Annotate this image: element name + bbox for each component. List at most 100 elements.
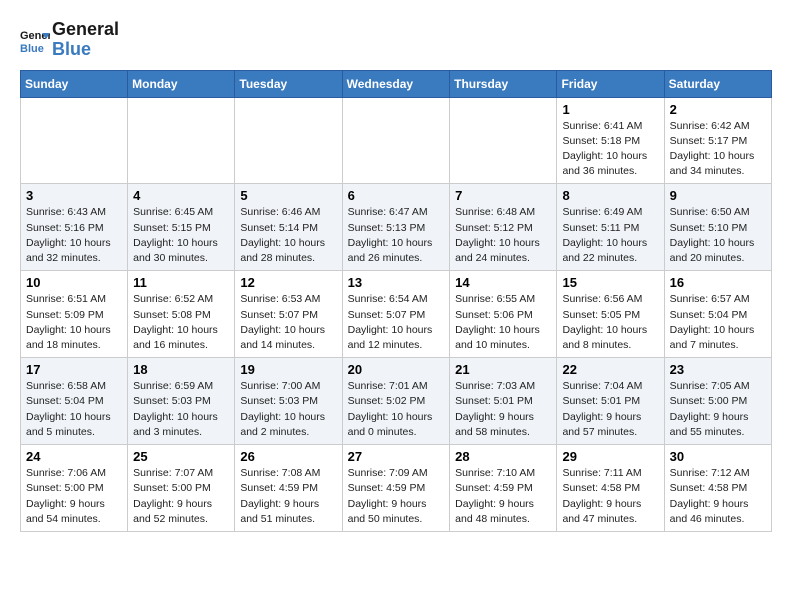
calendar-cell: 18Sunrise: 6:59 AMSunset: 5:03 PMDayligh… [128,358,235,445]
day-number: 12 [240,275,336,290]
calendar-cell: 24Sunrise: 7:06 AMSunset: 5:00 PMDayligh… [21,445,128,532]
day-info: Sunrise: 6:47 AMSunset: 5:13 PMDaylight:… [348,205,445,266]
column-header-monday: Monday [128,70,235,97]
day-info: Sunrise: 7:08 AMSunset: 4:59 PMDaylight:… [240,466,336,527]
calendar-cell: 9 Sunrise: 6:50 AMSunset: 5:10 PMDaylight… [664,184,771,271]
calendar-cell: 20 Sunrise: 7:01 AMSunset: 5:02 PMDayligh… [342,358,450,445]
day-info: Sunrise: 6:56 AMSunset: 5:05 PMDaylight:… [562,292,658,353]
day-info: Sunrise: 6:45 AMSunset: 5:15 PMDaylight:… [133,205,229,266]
day-info: Sunrise: 7:06 AMSunset: 5:00 PMDaylight:… [26,466,122,527]
day-number: 23 [670,362,766,377]
day-number: 27 [348,449,445,464]
calendar-cell: 4 Sunrise: 6:45 AMSunset: 5:15 PMDaylight… [128,184,235,271]
day-info: Sunrise: 7:01 AMSunset: 5:02 PMDaylight:… [348,379,445,440]
logo: General Blue General Blue [20,20,119,60]
calendar-cell: 19 Sunrise: 7:00 AMSunset: 5:03 PMDayligh… [235,358,342,445]
day-info: Sunrise: 6:57 AMSunset: 5:04 PMDaylight:… [670,292,766,353]
calendar-cell: 2 Sunrise: 6:42 AMSunset: 5:17 PMDaylight… [664,97,771,184]
column-header-wednesday: Wednesday [342,70,450,97]
day-number: 15 [562,275,658,290]
day-info: Sunrise: 7:11 AMSunset: 4:58 PMDaylight:… [562,466,658,527]
day-number: 5 [240,188,336,203]
column-header-tuesday: Tuesday [235,70,342,97]
day-number: 29 [562,449,658,464]
day-info: Sunrise: 6:59 AMSunset: 5:03 PMDaylight:… [133,379,229,440]
day-number: 21 [455,362,551,377]
calendar-cell: 22 Sunrise: 7:04 AMSunset: 5:01 PMDayligh… [557,358,664,445]
day-number: 28 [455,449,551,464]
day-info: Sunrise: 6:58 AMSunset: 5:04 PMDaylight:… [26,379,122,440]
calendar-header-row: SundayMondayTuesdayWednesdayThursdayFrid… [21,70,772,97]
day-info: Sunrise: 7:12 AMSunset: 4:58 PMDaylight:… [670,466,766,527]
calendar-cell: 23 Sunrise: 7:05 AMSunset: 5:00 PMDayligh… [664,358,771,445]
day-info: Sunrise: 7:04 AMSunset: 5:01 PMDaylight:… [562,379,658,440]
day-number: 11 [133,275,229,290]
calendar-cell: 27 Sunrise: 7:09 AMSunset: 4:59 PMDayligh… [342,445,450,532]
day-info: Sunrise: 6:43 AMSunset: 5:16 PMDaylight:… [26,205,122,266]
day-info: Sunrise: 6:41 AMSunset: 5:18 PMDaylight:… [562,119,658,180]
column-header-sunday: Sunday [21,70,128,97]
week-row: 3 Sunrise: 6:43 AMSunset: 5:16 PMDaylight… [21,184,772,271]
calendar-cell: 30 Sunrise: 7:12 AMSunset: 4:58 PMDayligh… [664,445,771,532]
calendar-cell: 3 Sunrise: 6:43 AMSunset: 5:16 PMDaylight… [21,184,128,271]
calendar-cell: 17Sunrise: 6:58 AMSunset: 5:04 PMDayligh… [21,358,128,445]
day-number: 4 [133,188,229,203]
calendar-table: SundayMondayTuesdayWednesdayThursdayFrid… [20,70,772,532]
day-number: 2 [670,102,766,117]
day-info: Sunrise: 6:54 AMSunset: 5:07 PMDaylight:… [348,292,445,353]
week-row: 24Sunrise: 7:06 AMSunset: 5:00 PMDayligh… [21,445,772,532]
calendar-cell: 15 Sunrise: 6:56 AMSunset: 5:05 PMDayligh… [557,271,664,358]
day-info: Sunrise: 6:49 AMSunset: 5:11 PMDaylight:… [562,205,658,266]
week-row: 1 Sunrise: 6:41 AMSunset: 5:18 PMDaylight… [21,97,772,184]
day-number: 8 [562,188,658,203]
calendar-cell: 10Sunrise: 6:51 AMSunset: 5:09 PMDayligh… [21,271,128,358]
day-info: Sunrise: 6:42 AMSunset: 5:17 PMDaylight:… [670,119,766,180]
calendar-cell: 6 Sunrise: 6:47 AMSunset: 5:13 PMDaylight… [342,184,450,271]
column-header-saturday: Saturday [664,70,771,97]
day-info: Sunrise: 6:50 AMSunset: 5:10 PMDaylight:… [670,205,766,266]
calendar-cell [342,97,450,184]
day-number: 6 [348,188,445,203]
calendar-cell: 8 Sunrise: 6:49 AMSunset: 5:11 PMDaylight… [557,184,664,271]
calendar-cell: 12 Sunrise: 6:53 AMSunset: 5:07 PMDayligh… [235,271,342,358]
calendar-cell: 29 Sunrise: 7:11 AMSunset: 4:58 PMDayligh… [557,445,664,532]
calendar-cell: 13 Sunrise: 6:54 AMSunset: 5:07 PMDayligh… [342,271,450,358]
day-number: 13 [348,275,445,290]
day-number: 16 [670,275,766,290]
calendar-cell [21,97,128,184]
day-number: 14 [455,275,551,290]
day-info: Sunrise: 6:55 AMSunset: 5:06 PMDaylight:… [455,292,551,353]
week-row: 17Sunrise: 6:58 AMSunset: 5:04 PMDayligh… [21,358,772,445]
week-row: 10Sunrise: 6:51 AMSunset: 5:09 PMDayligh… [21,271,772,358]
calendar-cell [450,97,557,184]
day-number: 20 [348,362,445,377]
calendar-cell: 5Sunrise: 6:46 AMSunset: 5:14 PMDaylight… [235,184,342,271]
logo-text: General Blue [52,20,119,60]
day-number: 7 [455,188,551,203]
day-info: Sunrise: 7:00 AMSunset: 5:03 PMDaylight:… [240,379,336,440]
day-info: Sunrise: 7:09 AMSunset: 4:59 PMDaylight:… [348,466,445,527]
calendar-cell: 11 Sunrise: 6:52 AMSunset: 5:08 PMDayligh… [128,271,235,358]
day-number: 10 [26,275,122,290]
calendar-cell: 25 Sunrise: 7:07 AMSunset: 5:00 PMDayligh… [128,445,235,532]
page-header: General Blue General Blue [20,20,772,60]
day-info: Sunrise: 6:53 AMSunset: 5:07 PMDaylight:… [240,292,336,353]
day-info: Sunrise: 7:07 AMSunset: 5:00 PMDaylight:… [133,466,229,527]
day-number: 3 [26,188,122,203]
calendar-cell: 16 Sunrise: 6:57 AMSunset: 5:04 PMDayligh… [664,271,771,358]
day-number: 1 [562,102,658,117]
column-header-friday: Friday [557,70,664,97]
day-number: 25 [133,449,229,464]
day-number: 22 [562,362,658,377]
calendar-cell: 26 Sunrise: 7:08 AMSunset: 4:59 PMDayligh… [235,445,342,532]
day-number: 19 [240,362,336,377]
day-number: 9 [670,188,766,203]
calendar-cell [235,97,342,184]
svg-text:Blue: Blue [20,43,44,55]
day-number: 30 [670,449,766,464]
day-info: Sunrise: 7:10 AMSunset: 4:59 PMDaylight:… [455,466,551,527]
day-info: Sunrise: 6:52 AMSunset: 5:08 PMDaylight:… [133,292,229,353]
calendar-cell: 14 Sunrise: 6:55 AMSunset: 5:06 PMDayligh… [450,271,557,358]
day-number: 26 [240,449,336,464]
day-info: Sunrise: 7:05 AMSunset: 5:00 PMDaylight:… [670,379,766,440]
